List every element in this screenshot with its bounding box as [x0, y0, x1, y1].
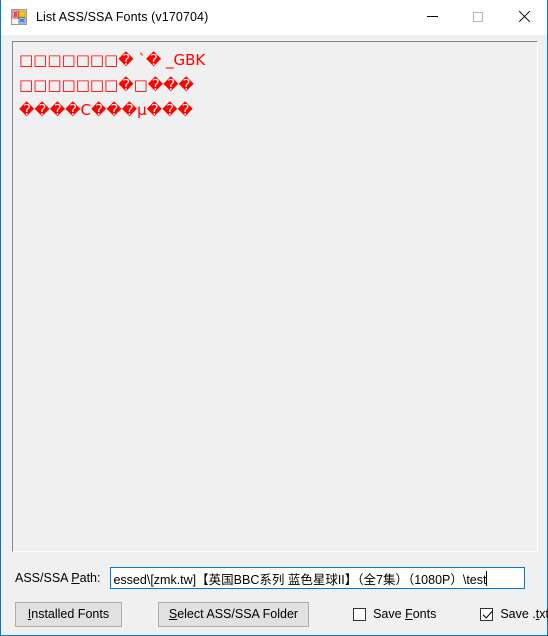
path-label-accel: P	[71, 571, 80, 585]
maximize-button[interactable]	[455, 0, 501, 33]
save-fonts-prefix: Save	[373, 607, 406, 621]
list-item[interactable]: □□□□□□□�□���	[19, 73, 531, 98]
list-item[interactable]: □□□□□□□� `� _GBK	[19, 48, 531, 73]
checkbox-icon[interactable]	[480, 607, 494, 621]
path-label-suffix: ath:	[79, 571, 101, 585]
app-icon	[11, 9, 27, 25]
path-label: ASS/SSA Path:	[15, 571, 100, 585]
installed-fonts-label: nstalled Fonts	[31, 607, 110, 621]
save-txt-label: Save .txt	[500, 607, 548, 621]
close-button[interactable]	[501, 0, 547, 33]
window-title: List ASS/SSA Fonts (v170704)	[36, 10, 209, 24]
list-item[interactable]: ����C���µ���	[19, 98, 531, 123]
minimize-button[interactable]	[409, 0, 455, 33]
select-folder-accel: S	[168, 607, 178, 621]
app-window: List ASS/SSA Fonts (v170704) □□□□□□□� `�…	[0, 0, 548, 636]
save-fonts-label: Save Fonts	[373, 607, 436, 621]
path-row: ASS/SSA Path: essed\[zmk.tw]【英国BBC系列 蓝色星…	[1, 563, 548, 593]
select-folder-button[interactable]: Select ASS/SSA Folder	[157, 601, 310, 627]
select-folder-label: elect ASS/SSA Folder	[177, 607, 299, 621]
path-label-prefix: ASS/SSA	[15, 571, 72, 585]
installed-fonts-button[interactable]: Installed Fonts	[15, 601, 122, 627]
save-fonts-accel: F	[405, 607, 413, 621]
title-bar[interactable]: List ASS/SSA Fonts (v170704)	[1, 0, 547, 35]
minimize-icon	[426, 16, 438, 17]
controls-row: Installed Fonts Select ASS/SSA Folder Sa…	[1, 597, 548, 631]
path-input[interactable]: essed\[zmk.tw]【英国BBC系列 蓝色星球II】（全7集）（1080…	[110, 567, 526, 589]
checkbox-icon[interactable]	[353, 607, 367, 621]
client-area: □□□□□□□� `� _GBK □□□□□□□�□��� ����C���µ�…	[1, 35, 548, 635]
maximize-icon	[473, 11, 483, 22]
save-txt-prefix: Save .	[500, 607, 536, 621]
path-input-value: essed\[zmk.tw]【英国BBC系列 蓝色星球II】（全7集）（1080…	[113, 572, 487, 587]
text-caret	[486, 570, 488, 586]
font-list-box[interactable]: □□□□□□□� `� _GBK □□□□□□□�□��� ����C���µ�…	[12, 41, 538, 552]
save-txt-checkbox[interactable]: Save .txt	[480, 607, 548, 621]
save-txt-suffix: xt	[539, 607, 548, 621]
save-fonts-suffix: onts	[412, 607, 437, 621]
save-fonts-checkbox[interactable]: Save Fonts	[353, 607, 436, 621]
close-icon	[518, 11, 530, 23]
